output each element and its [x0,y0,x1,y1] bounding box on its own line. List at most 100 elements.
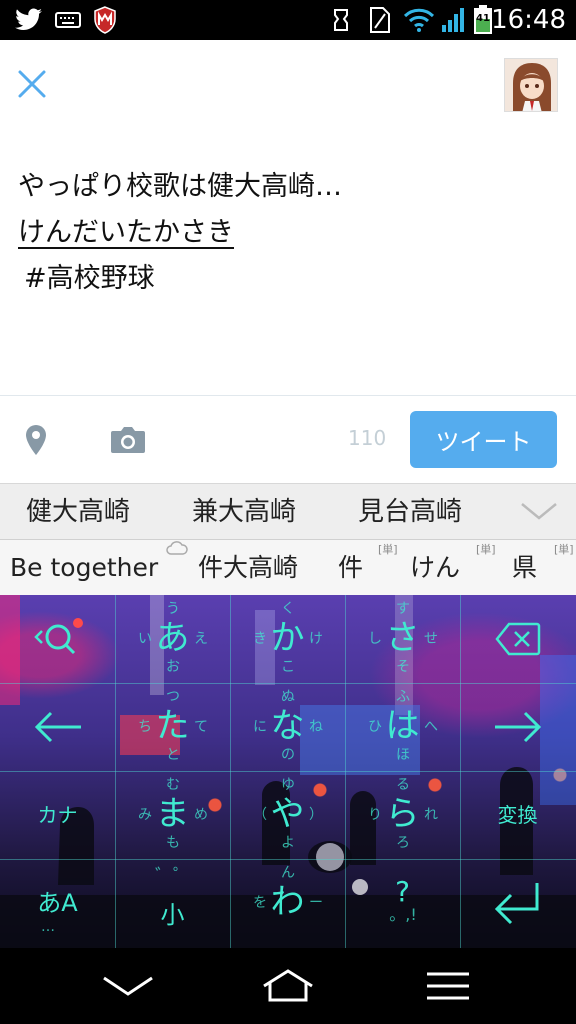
candidate-item[interactable]: Be together [10,550,158,586]
key-wa[interactable]: ん を わ ー [230,859,345,947]
key-label: あA [37,889,78,917]
character-count: 110 [348,426,387,450]
key-label: あ [155,618,190,658]
candidate-item[interactable]: 件大高崎 [198,550,298,586]
key-label: カナ [37,803,78,827]
home-button[interactable] [258,962,318,1010]
key-label: た [155,706,190,746]
candidate-item[interactable]: 見台高崎 [358,494,462,530]
flick-up-label: く [281,601,295,617]
flick-up-label: む [166,777,180,793]
camera-icon [111,427,145,453]
flick-down-label: と [166,747,180,763]
key-search[interactable] [0,595,115,683]
flick-down-label: も [166,835,180,851]
composing-text: けんだいたかさき [18,217,234,248]
candidate-item[interactable]: 県 [512,550,537,586]
keyboard-icon [54,6,82,34]
key-sa[interactable]: す し さ せ そ [345,595,460,683]
expand-candidates-button[interactable] [518,496,560,528]
mcafee-icon [92,6,118,34]
arrow-left-icon [34,711,81,743]
candidate-item[interactable]: けん [410,550,460,586]
key-label: な [270,706,305,746]
navigation-bar [0,948,576,1024]
key-ma[interactable]: む み ま め も [115,771,230,859]
key-a[interactable]: う い あ え お [115,595,230,683]
key-backspace[interactable] [460,595,575,683]
avatar[interactable] [504,58,558,112]
camera-button[interactable] [108,420,148,460]
key-na[interactable]: ぬ に な ね の [230,683,345,771]
key-label: 小 [160,901,185,929]
flick-up-label: ん [281,865,295,881]
flick-right-label: れ [424,807,438,823]
candidate-tag: [単] [554,543,574,556]
status-bar: 41 16:48 [0,0,576,40]
candidate-bar-secondary: Be together 件大高崎 件 [単] けん [単] 県 [単] [0,539,576,595]
key-punctuation[interactable]: ? 。,! [345,859,460,947]
flick-down-label: こ [281,659,295,675]
key-ta[interactable]: つ ち た て と [115,683,230,771]
key-enter[interactable] [460,859,575,947]
close-button[interactable] [12,64,52,104]
flick-right-label: せ [424,631,438,647]
location-pin-icon [26,425,46,455]
key-cursor-left[interactable] [0,683,115,771]
flick-down-label: の [281,747,295,763]
tweet-text-field[interactable]: やっぱり校歌は健大高崎… けんだいたかさき #高校野球 [18,164,558,302]
key-cursor-right[interactable] [460,683,575,771]
location-button[interactable] [20,420,52,460]
tweet-button[interactable]: ツイート [410,411,557,468]
flick-down-label: … [41,919,55,935]
key-dakuten[interactable]: ゛゜ 小 [115,859,230,947]
wifi-icon [402,6,436,34]
arrow-right-icon [494,711,541,743]
search-icon [33,618,83,655]
key-ra[interactable]: る り ら れ ろ [345,771,460,859]
key-ka[interactable]: く き か け こ [230,595,345,683]
key-input-mode[interactable]: あA … [0,859,115,947]
enter-icon [494,883,538,925]
key-ya[interactable]: ゆ （ や ） よ [230,771,345,859]
key-label: ま [155,794,190,834]
flick-up-label: う [166,601,180,617]
key-label: ら [385,794,420,834]
candidate-bar-primary: 健大高崎 兼大高崎 見台高崎 [0,483,576,539]
key-label: さ [385,618,420,658]
key-ha[interactable]: ふ ひ は へ ほ [345,683,460,771]
flick-down-label: そ [396,659,410,675]
candidate-item[interactable]: 健大高崎 [26,494,130,530]
menu-button[interactable] [418,962,478,1010]
alarm-icon [330,6,352,34]
key-label: か [270,618,305,658]
candidate-item[interactable]: 件 [338,550,363,586]
tweet-text-line: やっぱり校歌は健大高崎… [18,171,342,202]
flick-right-label: て [194,719,208,735]
flick-down-label: よ [281,835,295,851]
flick-right-label: ね [309,719,323,735]
flick-right-label: ー [309,895,323,911]
flick-up-label: す [396,601,410,617]
flick-right-label: め [194,807,208,823]
flick-down-label: 。,! [389,905,417,924]
key-convert[interactable]: 変換 [460,771,575,859]
battery-level: 41 [476,13,490,24]
flick-up-label: ゛゜ [155,866,191,887]
backspace-icon [494,622,540,656]
candidate-tag: [単] [378,543,398,556]
back-button[interactable] [98,962,158,1010]
twitter-icon [14,6,44,34]
flick-right-label: へ [424,719,438,735]
candidate-tag: [単] [476,543,496,556]
chevron-down-icon [521,503,557,520]
home-icon [263,969,313,1002]
status-time: 16:48 [491,5,566,35]
flick-down-label: ほ [396,747,410,763]
flick-right-label: え [194,631,208,647]
flick-keyboard: う い あ え お く き か け こ す し さ せ そ つ ち た て と … [0,595,576,948]
hashtag-text: #高校野球 [24,263,155,294]
candidate-item[interactable]: 兼大高崎 [192,494,296,530]
key-kana[interactable]: カナ [0,771,115,859]
back-icon [103,976,153,996]
